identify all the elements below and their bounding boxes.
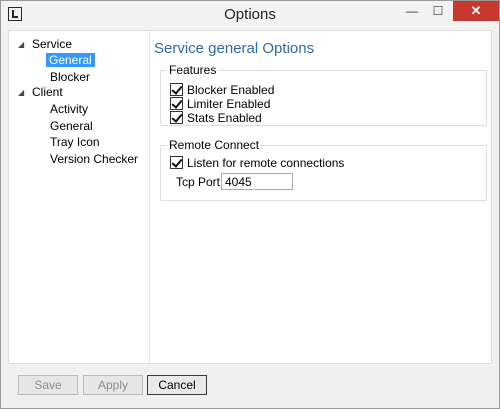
expand-arrow-icon[interactable]: ◢	[18, 88, 24, 97]
save-button[interactable]: Save	[18, 375, 78, 395]
checkbox-box[interactable]	[170, 156, 183, 169]
tree-node-client-version-checker[interactable]: Version Checker	[50, 151, 138, 167]
checkbox-box[interactable]	[170, 97, 183, 110]
cancel-button[interactable]: Cancel	[147, 375, 207, 395]
tree-node-service[interactable]: Service	[32, 36, 72, 52]
features-group-title: Features	[167, 63, 219, 77]
tree-node-client-activity[interactable]: Activity	[50, 101, 88, 117]
content-area: ◢ Service General Blocker ◢ Client Activ…	[8, 30, 492, 364]
checkbox-label: Stats Enabled	[187, 111, 262, 125]
remote-connect-group-title: Remote Connect	[167, 138, 262, 152]
checkbox-box[interactable]	[170, 83, 183, 96]
maximize-button[interactable]: ☐	[425, 1, 451, 21]
minimize-button[interactable]: —	[399, 1, 425, 21]
remote-connect-group: Remote Connect Listen for remote connect…	[160, 138, 487, 201]
tree-node-service-general[interactable]: General	[46, 52, 95, 68]
tcp-port-label: Tcp Port:	[176, 175, 224, 189]
tree-node-label: General	[46, 53, 95, 67]
options-window: Options — ☐ ✕ ◢ Service General Blocker …	[0, 0, 500, 409]
options-tree: ◢ Service General Blocker ◢ Client Activ…	[9, 31, 150, 363]
checkbox-label: Limiter Enabled	[187, 97, 271, 111]
checkbox-box[interactable]	[170, 111, 183, 124]
tree-node-client-tray-icon[interactable]: Tray Icon	[50, 134, 100, 150]
apply-button[interactable]: Apply	[83, 375, 143, 395]
features-group: Features Blocker Enabled Limiter Enabled…	[160, 63, 487, 126]
tree-node-client-general[interactable]: General	[50, 118, 93, 134]
tcp-port-input[interactable]	[221, 173, 293, 190]
expand-arrow-icon[interactable]: ◢	[18, 40, 24, 49]
page-title: Service general Options	[154, 40, 315, 57]
close-button[interactable]: ✕	[453, 1, 499, 21]
checkbox-label: Blocker Enabled	[187, 83, 275, 97]
title-bar[interactable]: Options — ☐ ✕	[1, 1, 499, 30]
tree-node-client[interactable]: Client	[32, 84, 63, 100]
checkbox-label: Listen for remote connections	[187, 156, 345, 170]
tree-node-service-blocker[interactable]: Blocker	[50, 69, 90, 85]
